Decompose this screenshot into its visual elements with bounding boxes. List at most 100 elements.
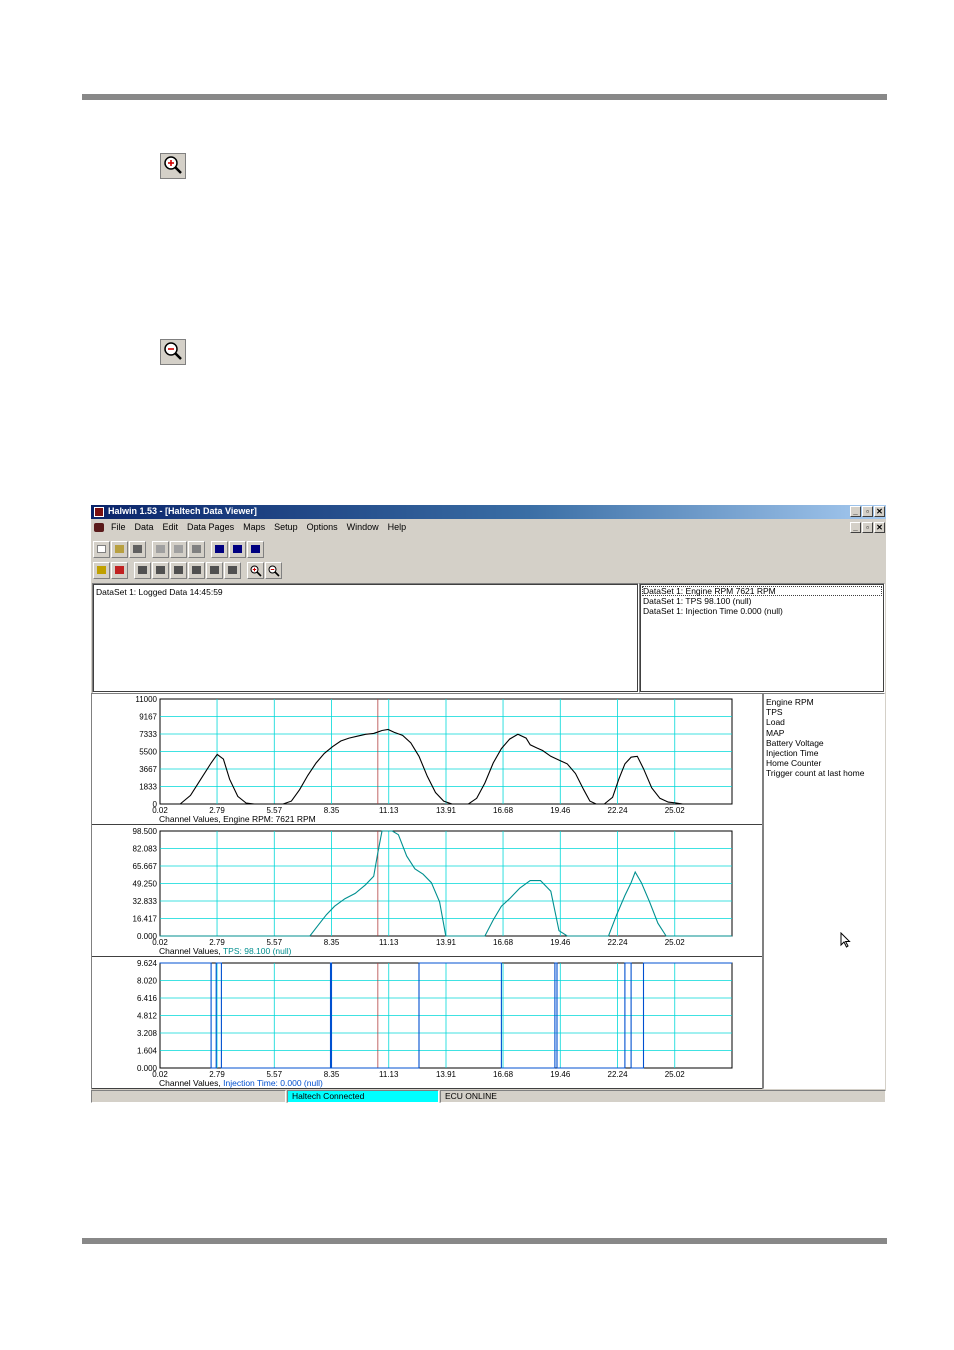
- rpm-x-tick-label: 11.13: [379, 806, 399, 815]
- tile-horizontal-icon[interactable]: [229, 540, 246, 558]
- rpm-x-tick-label: 16.68: [493, 806, 514, 815]
- channel-item[interactable]: Engine RPM: [766, 697, 882, 707]
- graph-layout-6-icon[interactable]: [224, 561, 241, 579]
- status-connection: Haltech Connected: [287, 1090, 439, 1103]
- halwin-window: Halwin 1.53 - [Haltech Data Viewer] _ ▫ …: [91, 505, 886, 1103]
- rpm-y-tick-label: 7333: [139, 730, 157, 739]
- channel-item[interactable]: Trigger count at last home: [766, 768, 882, 778]
- save-icon[interactable]: [129, 540, 146, 558]
- toolbar-zoom-in-icon[interactable]: [247, 561, 264, 579]
- title-bar[interactable]: Halwin 1.53 - [Haltech Data Viewer] _ ▫ …: [91, 505, 886, 519]
- rpm-y-tick-label: 9167: [139, 713, 157, 722]
- dataset-panel[interactable]: DataSet 1: Logged Data 14:45:59: [92, 583, 639, 693]
- child-restore-button[interactable]: ▫: [862, 522, 873, 533]
- value-line-injection[interactable]: DataSet 1: Injection Time 0.000 (null): [643, 606, 783, 616]
- menu-edit[interactable]: Edit: [163, 522, 179, 532]
- injection-x-tick-label: 19.46: [550, 1070, 571, 1079]
- rpm-chart[interactable]: 110009167733355003667183300.02 2.79 5.57 8.…: [92, 694, 762, 825]
- values-panel[interactable]: DataSet 1: Engine RPM 7621 RPM DataSet 1…: [639, 583, 885, 693]
- injection-x-tick-label: 13.91: [436, 1070, 457, 1079]
- menu-bar: File Data Edit Data Pages Maps Setup Opt…: [91, 520, 886, 535]
- graph-layout-2-icon[interactable]: [152, 561, 169, 579]
- menu-window[interactable]: Window: [347, 522, 379, 532]
- cascade-windows-icon[interactable]: [211, 540, 228, 558]
- injection-caption: Channel Values, Injection Time: 0.000 (n…: [159, 1078, 323, 1088]
- rpm-y-tick-label: 11000: [135, 695, 157, 704]
- menu-help[interactable]: Help: [388, 522, 407, 532]
- injection-y-tick-label: 4.812: [137, 1012, 158, 1021]
- menu-file[interactable]: File: [111, 522, 126, 532]
- tps-y-tick-label: 16.417: [133, 915, 158, 924]
- child-minimize-button[interactable]: _: [850, 522, 861, 533]
- channel-item[interactable]: Injection Time: [766, 748, 882, 758]
- restore-button[interactable]: ▫: [862, 506, 873, 517]
- viewer-toolbar: [93, 560, 282, 580]
- channel-item[interactable]: MAP: [766, 728, 882, 738]
- tps-caption-value: TPS: 98.100 (null): [223, 946, 292, 956]
- new-file-icon[interactable]: [93, 540, 110, 558]
- rpm-x-tick-label: 8.35: [324, 806, 340, 815]
- rpm-y-tick-label: 3667: [139, 765, 157, 774]
- app-icon: [94, 507, 104, 517]
- tps-x-tick-label: 25.02: [665, 938, 686, 947]
- injection-caption-prefix: Channel Values,: [159, 1078, 223, 1088]
- minimize-button[interactable]: _: [850, 506, 861, 517]
- tps-x-tick-label: 19.46: [550, 938, 571, 947]
- tps-y-tick-label: 98.500: [133, 827, 158, 836]
- value-line-rpm[interactable]: DataSet 1: Engine RPM 7621 RPM: [643, 586, 776, 596]
- tps-y-tick-label: 32.833: [133, 897, 158, 906]
- rpm-caption: Channel Values, Engine RPM: 7621 RPM: [159, 814, 316, 824]
- graph-layout-5-icon[interactable]: [206, 561, 223, 579]
- zoom-in-icon: [160, 153, 186, 179]
- open-file-icon[interactable]: [111, 540, 128, 558]
- cut-icon[interactable]: [152, 540, 169, 558]
- child-close-button[interactable]: ✕: [874, 522, 885, 533]
- graph-layout-4-icon[interactable]: [188, 561, 205, 579]
- standard-toolbar: [93, 539, 264, 559]
- document-icon[interactable]: [94, 523, 104, 532]
- tps-x-tick-label: 13.91: [436, 938, 457, 947]
- footer-rule: [82, 1238, 887, 1244]
- value-line-tps[interactable]: DataSet 1: TPS 98.100 (null): [643, 596, 752, 606]
- tps-x-tick-label: 11.13: [379, 938, 399, 947]
- mouse-cursor-icon: [840, 932, 851, 948]
- injection-y-tick-label: 3.208: [137, 1029, 158, 1038]
- injection-x-tick-label: 25.02: [665, 1070, 686, 1079]
- data-transfer-icon[interactable]: [111, 561, 128, 579]
- channel-list[interactable]: Engine RPM TPS Load MAP Battery Voltage …: [763, 693, 885, 1089]
- menu-data[interactable]: Data: [135, 522, 154, 532]
- header-rule: [82, 94, 887, 100]
- tps-x-tick-label: 16.68: [493, 938, 514, 947]
- menu-options[interactable]: Options: [307, 522, 338, 532]
- rpm-caption-value: Engine RPM: 7621 RPM: [223, 814, 316, 824]
- injection-x-tick-label: 11.13: [379, 1070, 399, 1079]
- status-bar: Haltech Connected ECU ONLINE: [91, 1090, 886, 1103]
- status-blank-pane: [91, 1090, 286, 1103]
- rpm-x-tick-label: 25.02: [665, 806, 686, 815]
- menu-setup[interactable]: Setup: [274, 522, 298, 532]
- tps-chart[interactable]: 98.50082.08365.66749.25032.83316.4170.00…: [92, 826, 762, 957]
- tps-y-tick-label: 65.667: [133, 862, 158, 871]
- channel-item[interactable]: Battery Voltage: [766, 738, 882, 748]
- injection-x-tick-label: 16.68: [493, 1070, 514, 1079]
- tps-caption: Channel Values, TPS: 98.100 (null): [159, 946, 292, 956]
- injection-chart[interactable]: 9.6248.0206.4164.8123.2081.6040.0000.02 2…: [92, 958, 762, 1089]
- graph-layout-3-icon[interactable]: [170, 561, 187, 579]
- tile-vertical-icon[interactable]: [247, 540, 264, 558]
- paste-icon[interactable]: [188, 540, 205, 558]
- dataset-label: DataSet 1: Logged Data 14:45:59: [96, 587, 223, 597]
- menu-maps[interactable]: Maps: [243, 522, 265, 532]
- injection-y-tick-label: 8.020: [137, 977, 158, 986]
- channel-item[interactable]: TPS: [766, 707, 882, 717]
- graph-layout-1-icon[interactable]: [134, 561, 151, 579]
- close-button[interactable]: ✕: [874, 506, 885, 517]
- toolbar-zoom-out-icon[interactable]: [265, 561, 282, 579]
- channel-item[interactable]: Home Counter: [766, 758, 882, 768]
- menu-data-pages[interactable]: Data Pages: [187, 522, 234, 532]
- injection-x-tick-label: 22.24: [608, 1070, 629, 1079]
- status-ecu: ECU ONLINE: [440, 1090, 886, 1103]
- open-log-icon[interactable]: [93, 561, 110, 579]
- injection-y-tick-label: 9.624: [137, 959, 158, 968]
- copy-icon[interactable]: [170, 540, 187, 558]
- channel-item[interactable]: Load: [766, 717, 882, 727]
